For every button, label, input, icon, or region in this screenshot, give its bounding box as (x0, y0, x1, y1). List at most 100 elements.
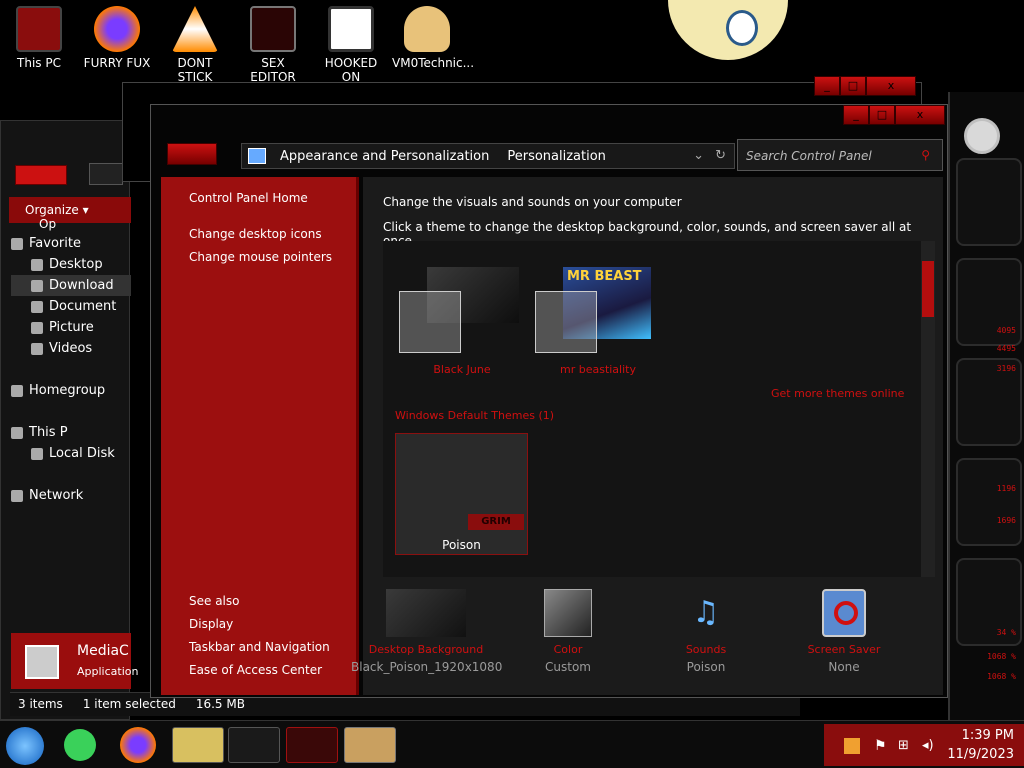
tree-item-desktop[interactable]: Desktop (11, 254, 131, 275)
page-title: Change the visuals and sounds on your co… (383, 195, 682, 209)
search-input[interactable]: Search Control Panel ⚲ (737, 139, 943, 171)
volume-icon[interactable]: ◂) (922, 738, 934, 753)
clock-date: 11/9/2023 (947, 747, 1014, 762)
tree-item-favorites[interactable]: Favorite (11, 233, 131, 254)
sounds-setting[interactable]: ♫ Sounds Poison (631, 589, 781, 674)
theme-poison[interactable]: GRIM Poison (395, 433, 528, 555)
bg-window-close-button[interactable]: x (866, 76, 916, 96)
chevron-down-icon[interactable]: ⌄ (693, 148, 704, 163)
theme-label: mr beastiality (559, 363, 636, 376)
screen-saver-icon (822, 589, 866, 637)
music-notes-icon: ♫ (692, 595, 720, 630)
tree-item-documents[interactable]: Document (11, 296, 131, 317)
notes-app-icon[interactable] (64, 729, 96, 761)
desktop-icon (31, 258, 43, 271)
back-forward-buttons[interactable] (167, 143, 217, 165)
desktop-icon-vm0technic[interactable]: VM0Technic... (392, 6, 474, 70)
cp-minimize-button[interactable]: _ (843, 105, 869, 125)
link-change-desktop-icons[interactable]: Change desktop icons (189, 227, 322, 241)
task-sidebar: Control Panel Home Change desktop icons … (161, 177, 359, 695)
tree-item-homegroup[interactable]: Homegroup (11, 380, 131, 401)
tree-item-downloads[interactable]: Download (11, 275, 131, 296)
desktop-icon-hooked-on[interactable]: HOOKED ON (316, 6, 386, 84)
search-placeholder: Search Control Panel (746, 149, 872, 163)
breadcrumb-appearance[interactable]: Appearance and Personalization (280, 149, 489, 164)
control-panel-taskbar-button[interactable] (344, 727, 396, 763)
breadcrumb-personalization[interactable]: Personalization (507, 149, 606, 164)
gallery-scrollbar[interactable] (921, 241, 935, 577)
link-change-mouse-pointers[interactable]: Change mouse pointers (189, 250, 332, 264)
desktop-icon-label: SEX EDITOR (250, 56, 296, 84)
desktop-icon-this-pc[interactable]: This PC (4, 6, 74, 70)
organize-menu[interactable]: Organize (25, 203, 79, 217)
link-taskbar-navigation[interactable]: Taskbar and Navigation (189, 640, 330, 654)
clock-time: 1:39 PM (961, 728, 1014, 743)
editor-icon (250, 6, 296, 52)
details-pane: MediaC Application (11, 633, 138, 689)
cp-maximize-button[interactable]: □ (869, 105, 895, 125)
theme-black-june[interactable]: Black June (397, 263, 527, 383)
search-icon[interactable]: ⚲ (921, 148, 930, 162)
mediacreation-taskbar-button[interactable] (228, 727, 280, 763)
link-display[interactable]: Display (189, 617, 233, 631)
network-tray-icon[interactable]: ⊞ (898, 738, 909, 753)
system-tray: ⚑ ⊞ ◂) 1:39 PM 11/9/2023 (824, 724, 1024, 766)
action-center-flag-icon[interactable]: ⚑ (874, 738, 887, 754)
tree-item-network[interactable]: Network (11, 485, 131, 506)
doctor-icon (404, 6, 450, 52)
firefox-taskbar-icon[interactable] (120, 727, 156, 763)
details-name: MediaC (77, 643, 129, 659)
start-button[interactable] (6, 727, 44, 765)
open-menu[interactable]: Op (39, 217, 56, 231)
desktop-icon-dont-stick[interactable]: DONT STICK (160, 6, 230, 84)
desktop-icon-label: HOOKED ON (324, 56, 378, 84)
bg-window-minimize-button[interactable]: _ (814, 76, 840, 96)
link-ease-of-access[interactable]: Ease of Access Center (189, 663, 322, 677)
clock[interactable]: 1:39 PM 11/9/2023 (947, 728, 1014, 762)
status-item-count: 3 items (18, 697, 63, 711)
desktop-icon-furry-fux[interactable]: FURRY FUX (82, 6, 152, 70)
gadget-reading: 4495 (996, 344, 1016, 353)
cp-close-button[interactable]: x (895, 105, 945, 125)
theme-glass-swatch (535, 291, 597, 353)
setting-label: Color (553, 643, 583, 656)
editor-taskbar-button[interactable] (286, 727, 338, 763)
default-themes-heading: Windows Default Themes (1) (395, 409, 555, 422)
refresh-icon[interactable]: ↻ (715, 148, 726, 163)
bg-window-maximize-button[interactable]: □ (840, 76, 866, 96)
address-bar[interactable]: Appearance and Personalization Personali… (241, 143, 735, 169)
theme-mr-beastiality[interactable]: MR BEAST mr beastiality (533, 263, 663, 383)
screen-saver-setting[interactable]: Screen Saver None (769, 589, 919, 674)
disk-icon (31, 447, 43, 460)
tree-item-pictures[interactable]: Picture (11, 317, 131, 338)
link-control-panel-home[interactable]: Control Panel Home (189, 191, 308, 205)
desktop-background-setting[interactable]: Desktop Background Black_Poison_1920x108… (351, 589, 503, 674)
explorer-address-bar[interactable] (89, 163, 123, 185)
status-selection: 1 item selected (82, 697, 176, 711)
desktop-icon-label: This PC (17, 56, 61, 70)
explorer-nav-buttons[interactable] (15, 165, 67, 185)
tree-item-this-pc[interactable]: This P (11, 422, 131, 443)
tree-item-local-disk[interactable]: Local Disk (11, 443, 131, 464)
cartoon-wallpaper-character (668, 0, 788, 60)
see-also-heading: See also (189, 594, 240, 608)
file-explorer-taskbar-button[interactable] (172, 727, 224, 763)
downloads-icon (31, 279, 43, 292)
color-setting[interactable]: Color Custom (493, 589, 643, 674)
setting-value: Black_Poison_1920x1080 (351, 660, 503, 674)
theme-glass-swatch (399, 291, 461, 353)
pictures-icon (31, 321, 43, 334)
desktop-icon-label: VM0Technic... (392, 56, 475, 70)
gadget-reading: 1068 % (987, 652, 1016, 661)
setting-value: None (828, 660, 860, 674)
computer-icon (11, 426, 23, 439)
tray-app-icon[interactable] (844, 738, 860, 754)
poster-text: MR BEAST (567, 269, 642, 284)
scrollbar-thumb[interactable] (922, 261, 934, 317)
videos-icon (31, 342, 43, 355)
theme-label: Black June (433, 363, 491, 376)
gadget-reading: 1696 (996, 516, 1016, 525)
desktop-icon-sex-editor[interactable]: SEX EDITOR (238, 6, 308, 84)
tree-item-videos[interactable]: Videos (11, 338, 131, 359)
get-more-themes-link[interactable]: Get more themes online (771, 387, 904, 400)
